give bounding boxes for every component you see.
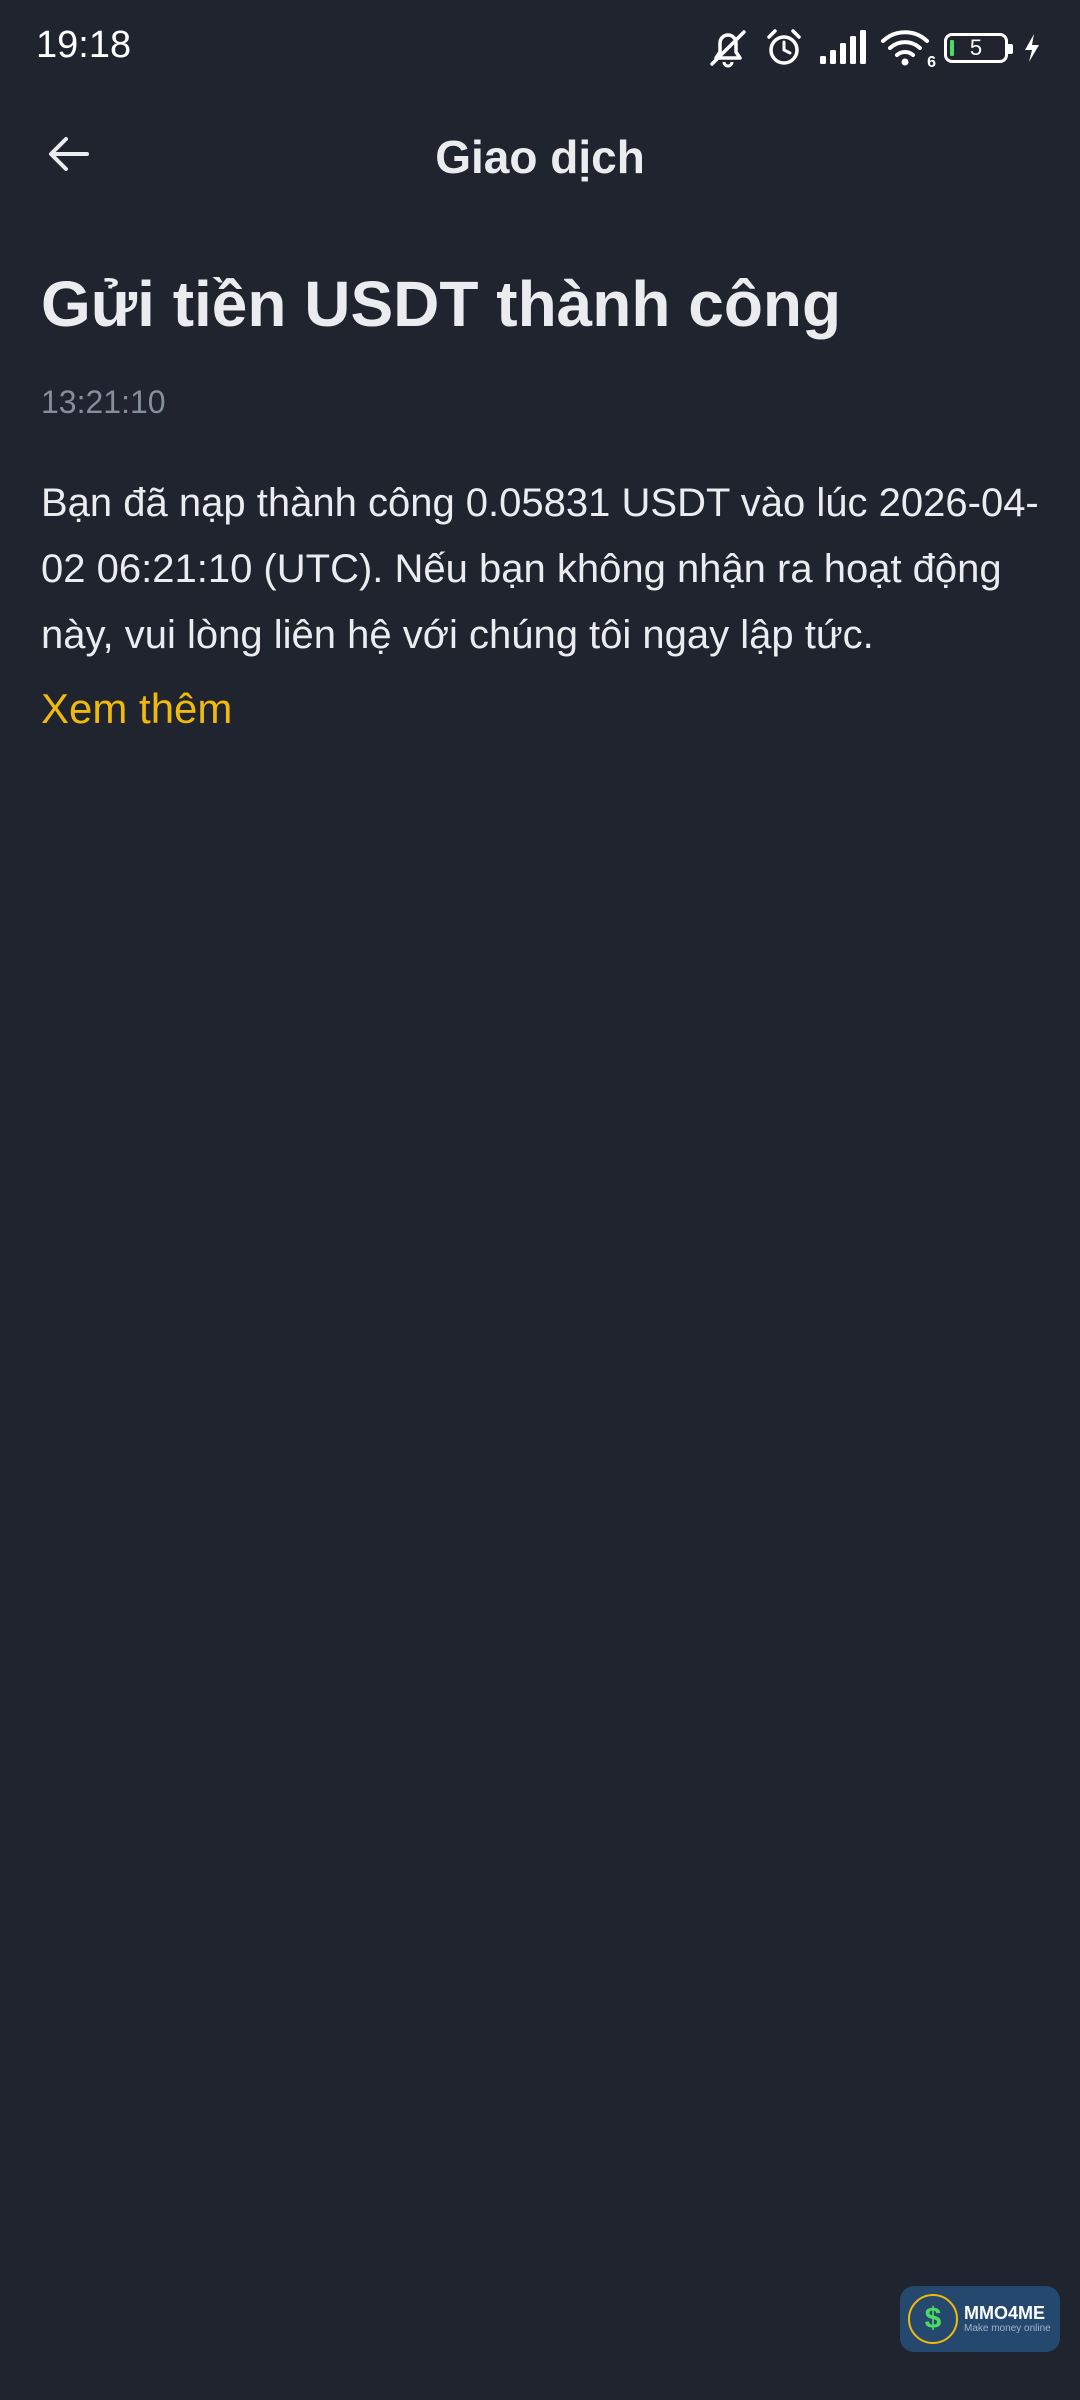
watermark-brand: MMO4ME [964, 2302, 1045, 2323]
status-icons: 6 5 [706, 26, 1042, 71]
see-more-link[interactable]: Xem thêm [41, 680, 232, 738]
mute-icon [706, 28, 750, 68]
notification-title: Gửi tiền USDT thành công [41, 268, 842, 340]
battery-icon: 5 [944, 33, 1013, 63]
dollar-icon: $ [908, 2294, 958, 2344]
charging-icon [1022, 33, 1042, 63]
watermark-text: MMO4ME Make money online [964, 2302, 1051, 2335]
wifi-icon: 6 [880, 28, 936, 71]
status-bar: 19:18 6 5 [0, 0, 1080, 96]
header: Giao dịch [0, 110, 1080, 202]
wifi-badge: 6 [927, 54, 936, 71]
battery-fill [950, 40, 954, 56]
notification-message: Bạn đã nạp thành công 0.05831 USDT vào l… [41, 481, 1039, 657]
page-title: Giao dịch [435, 131, 645, 183]
alarm-icon [764, 28, 804, 68]
signal-icon [818, 30, 866, 66]
notification-time: 13:21:10 [41, 384, 166, 420]
watermark-tagline: Make money online [964, 2323, 1051, 2335]
screen: 19:18 6 5 Giao dịch Gửi tiền USDT thành … [0, 0, 1080, 2400]
battery-level: 5 [969, 35, 983, 60]
watermark-logo: $ MMO4ME Make money online [900, 2286, 1060, 2352]
status-time: 19:18 [36, 24, 132, 66]
notification-detail: Gửi tiền USDT thành công 13:21:10 Bạn đã… [41, 262, 1041, 738]
